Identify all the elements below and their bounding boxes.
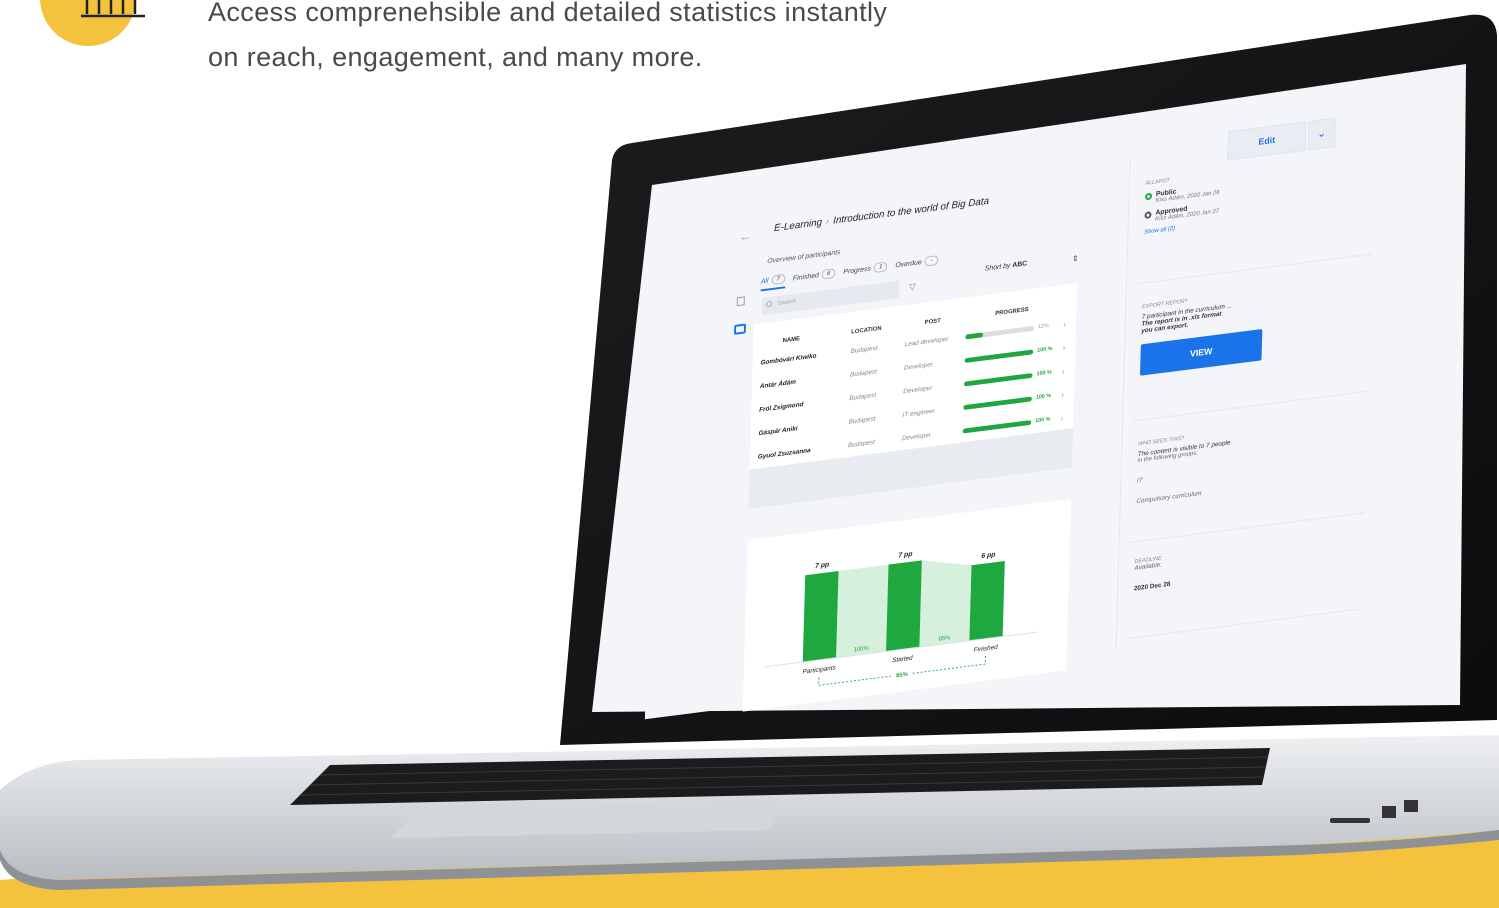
category-label: Started	[892, 655, 913, 665]
chevron-right-icon[interactable]: ›	[1061, 412, 1073, 422]
tab-overdue[interactable]: Overdue -	[895, 255, 939, 273]
progress-fill	[965, 331, 983, 340]
document-icon[interactable]	[736, 296, 745, 307]
bar-value-label: 6 pp	[981, 551, 995, 560]
check-circle-icon	[1144, 192, 1153, 201]
participant-post: Developer	[903, 384, 933, 395]
divider	[1136, 253, 1372, 285]
tab-finished[interactable]: Finished 6	[793, 268, 836, 286]
breadcrumb-current: Introduction to the world of Big Data	[833, 195, 990, 227]
participants-panel: Overview of participants All 7 Finished 6 …	[748, 215, 1079, 511]
progress-bar	[963, 395, 1032, 410]
bar	[969, 560, 1005, 641]
sort-value: ABC	[1012, 260, 1028, 270]
view-button[interactable]: VIEW	[1139, 328, 1263, 376]
app-screen: Edit ⌄ ← E-Learning › Introduction to the …	[644, 95, 1405, 720]
tab-label: All	[760, 277, 769, 286]
progress-fill	[963, 395, 1032, 410]
participant-location: Budapest	[850, 344, 878, 355]
overview-heading: Overview of participants	[767, 248, 841, 266]
check-circle-icon	[1144, 211, 1152, 220]
breadcrumb-separator: ›	[825, 216, 830, 228]
export-section: EXPORT REPORT 7 participant in the curri…	[1139, 289, 1264, 376]
progress-fill	[962, 419, 1032, 434]
category-label: Participants	[802, 664, 836, 675]
deadline-section: DEADLINE Available: 2020 Dec 28	[1133, 554, 1171, 593]
sort-by[interactable]: Short by ABC	[985, 260, 1028, 272]
details-sidebar: ÁLLAPOT Public Kiss Ádám, 2020 Jan 28 App…	[1115, 128, 1375, 650]
count-badge: 6	[821, 268, 836, 280]
progress-fill	[963, 372, 1033, 387]
participant-post: Developer	[903, 360, 934, 372]
progress-percent: 100 %	[1037, 345, 1053, 354]
sort-label: Short by	[984, 262, 1011, 273]
chevron-right-icon[interactable]: ›	[1063, 342, 1075, 352]
progress-bar	[962, 419, 1032, 434]
count-badge: 7	[771, 273, 786, 286]
progress-percent: 100 %	[1035, 392, 1052, 401]
category-label: Finished	[974, 644, 999, 654]
group-item: IT	[1136, 477, 1143, 485]
deadline-value: 2020 Dec 28	[1133, 580, 1171, 593]
participant-post: Developer	[901, 431, 932, 442]
divider	[1132, 390, 1369, 422]
progress-percent: 12%	[1037, 323, 1049, 331]
bar-value-label: 7 pp	[898, 551, 912, 560]
filter-icon[interactable]: ▽	[909, 281, 916, 293]
bar	[802, 570, 839, 662]
sort-icon[interactable]: ⇕	[1072, 254, 1079, 264]
tab-progress[interactable]: Progress 1	[843, 261, 888, 280]
show-all-link[interactable]: Show all (2)	[1144, 220, 1219, 236]
progress-percent: 100 %	[1035, 416, 1051, 425]
participants-icon[interactable]	[733, 323, 747, 335]
participant-location: Budapest	[849, 367, 878, 379]
conversion-area	[836, 564, 889, 658]
progress-bar	[963, 372, 1033, 387]
back-arrow-icon[interactable]: ←	[739, 227, 753, 244]
status-section: ÁLLAPOT Public Kiss Ádám, 2020 Jan 28 App…	[1144, 171, 1220, 236]
participant-location: Budapest	[847, 438, 876, 449]
divider	[1129, 512, 1365, 544]
chevron-right-icon[interactable]: ›	[1061, 389, 1073, 399]
progress-fill	[964, 348, 1034, 363]
count-badge: 1	[873, 261, 888, 274]
visibility-section: WHO SEES THIS? The content is visible to…	[1136, 430, 1231, 506]
search-icon	[766, 300, 773, 308]
breadcrumb-root[interactable]: E-Learning	[774, 217, 822, 234]
chevron-right-icon[interactable]: ›	[1063, 318, 1075, 328]
group-item: Compulsory curriculum	[1136, 490, 1202, 506]
tab-label: Progress	[843, 265, 871, 276]
participant-location: Budapest	[848, 414, 876, 426]
progress-bar	[964, 348, 1034, 363]
search-placeholder: Search	[777, 298, 797, 307]
tab-label: Finished	[792, 271, 820, 282]
progress-bar	[965, 325, 1035, 340]
count-badge: -	[924, 255, 939, 267]
participant-location: Budapest	[849, 391, 877, 402]
bar	[886, 560, 922, 652]
chevron-right-icon[interactable]: ›	[1062, 365, 1074, 375]
overall-conversion-label: 85%	[896, 672, 909, 680]
conversion-area	[919, 560, 972, 648]
participant-post: Lead developer	[904, 335, 949, 348]
progress-percent: 100 %	[1036, 369, 1052, 378]
tab-label: Overdue	[895, 258, 922, 269]
participant-post: IT engineer	[902, 407, 935, 419]
tab-all[interactable]: All 7	[760, 273, 786, 292]
breadcrumb: E-Learning › Introduction to the world of …	[774, 196, 989, 234]
bar-value-label: 7 pp	[815, 561, 829, 570]
